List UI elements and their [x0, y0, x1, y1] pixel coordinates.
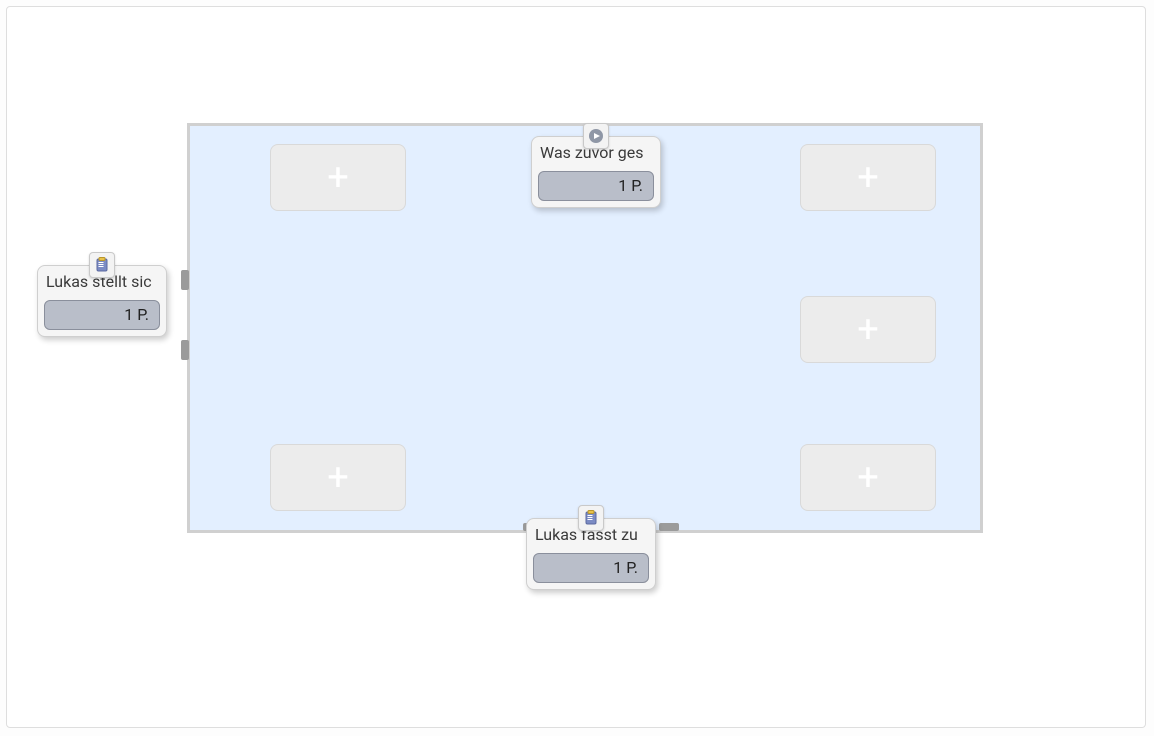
play-icon [583, 123, 609, 149]
card-was-zuvor[interactable]: Was zuvor ges 1 P. [531, 136, 661, 208]
slot-top-right[interactable]: + [800, 144, 936, 211]
clipboard-icon [89, 252, 115, 278]
editor-panel: + + + + + Was zuvor ges 1 P. [6, 6, 1146, 728]
connector-tab [659, 523, 679, 531]
card-lukas-stellt[interactable]: Lukas stellt sic 1 P. [37, 265, 167, 337]
slot-middle-right[interactable]: + [800, 296, 936, 363]
clipboard-icon [578, 505, 604, 531]
connector-tab [181, 270, 189, 290]
card-points: 1 P. [44, 300, 160, 330]
connector-tab [181, 340, 189, 360]
plus-icon: + [857, 459, 879, 497]
card-points: 1 P. [538, 171, 654, 201]
slot-bottom-left[interactable]: + [270, 444, 406, 511]
card-lukas-fasst[interactable]: Lukas fasst zu 1 P. [526, 518, 656, 590]
plus-icon: + [327, 459, 349, 497]
plus-icon: + [857, 159, 879, 197]
card-points: 1 P. [533, 553, 649, 583]
plus-icon: + [857, 311, 879, 349]
plus-icon: + [327, 159, 349, 197]
slot-top-left[interactable]: + [270, 144, 406, 211]
slot-bottom-right[interactable]: + [800, 444, 936, 511]
